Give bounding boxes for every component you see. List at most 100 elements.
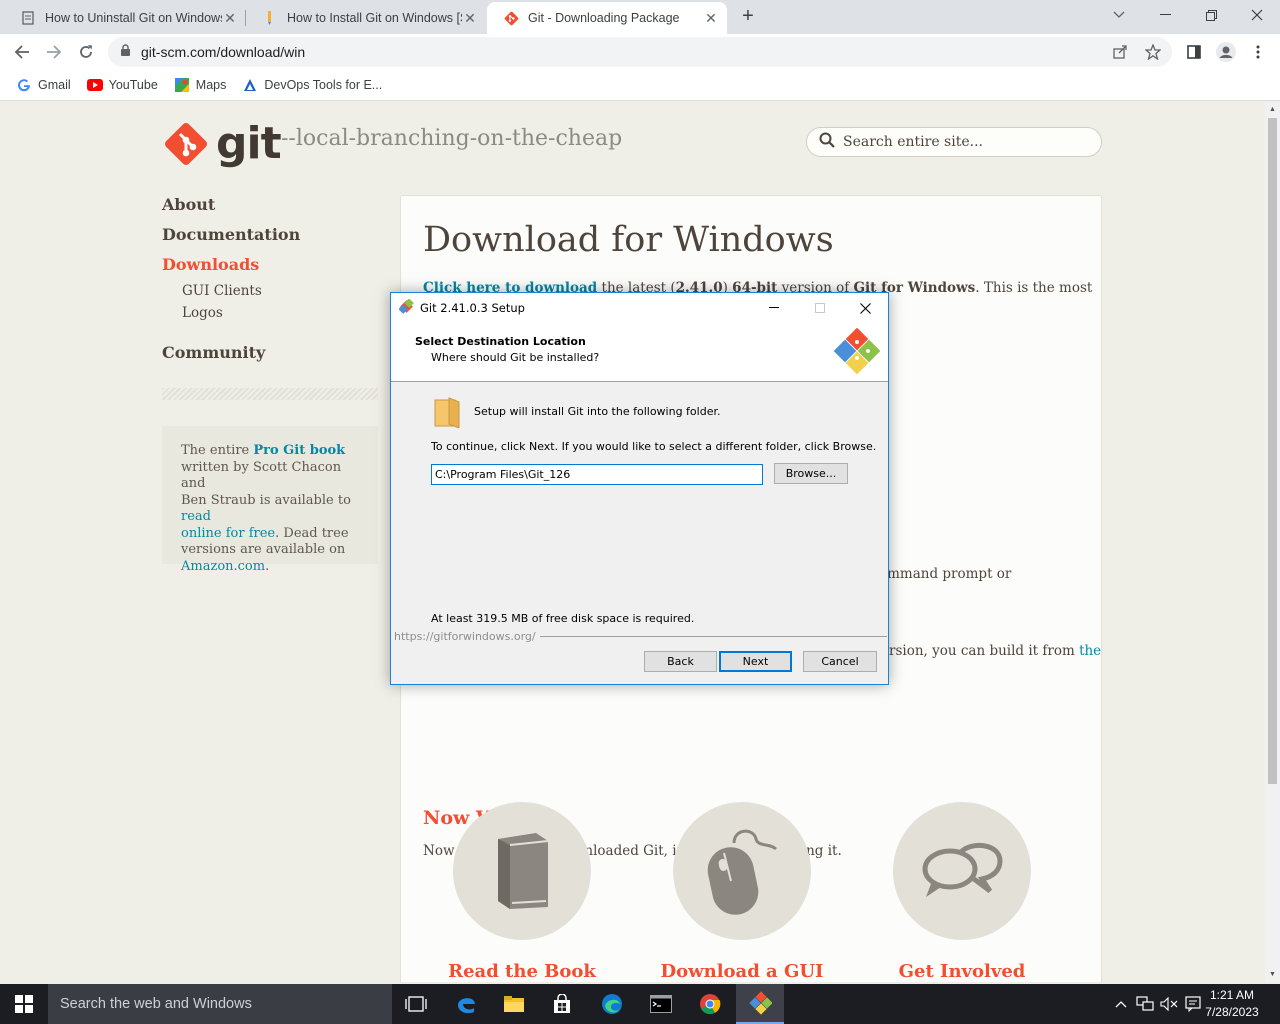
pro-git-book-link[interactable]: Pro Git book xyxy=(253,443,345,458)
amazon-link[interactable]: Amazon.com xyxy=(181,559,265,574)
dialog-title: Git 2.41.0.3 Setup xyxy=(420,301,525,315)
edge-icon[interactable] xyxy=(588,984,636,1024)
command-prompt-icon[interactable] xyxy=(637,984,685,1024)
online-free-link[interactable]: online for free xyxy=(181,526,275,541)
close-tab-icon[interactable]: ✕ xyxy=(703,10,719,26)
site-search-input[interactable]: Search entire site... xyxy=(806,127,1102,157)
lock-icon[interactable] xyxy=(120,44,131,60)
edge-legacy-icon[interactable] xyxy=(442,984,490,1024)
install-folder-text: Setup will install Git into the followin… xyxy=(474,405,721,418)
book-text: . Dead tree xyxy=(275,525,349,541)
bookmark-maps[interactable]: Maps xyxy=(174,77,227,93)
page-title: Download for Windows xyxy=(423,220,834,260)
read-link[interactable]: read xyxy=(181,509,211,524)
cancel-button[interactable]: Cancel xyxy=(803,651,877,672)
nav-gui-clients[interactable]: GUI Clients xyxy=(162,280,300,302)
continue-instructions: To continue, click Next. If you would li… xyxy=(431,440,877,453)
taskbar-clock[interactable]: 1:21 AM 7/28/2023 xyxy=(1204,987,1260,1021)
search-placeholder: Search entire site... xyxy=(843,134,983,150)
gitforwindows-link[interactable]: https://gitforwindows.org/ xyxy=(394,630,540,643)
url-text[interactable]: git-scm.com/download/win xyxy=(141,44,305,60)
book-text: . xyxy=(265,558,270,574)
share-icon[interactable] xyxy=(1112,44,1128,60)
git-diamond-icon xyxy=(165,122,207,165)
close-window-icon[interactable] xyxy=(1234,0,1280,30)
footer-separator xyxy=(527,636,887,637)
clock-date: 7/28/2023 xyxy=(1205,1005,1259,1019)
task-view-icon[interactable] xyxy=(392,984,440,1024)
forward-arrow-icon[interactable] xyxy=(40,38,68,66)
partial-text: rsion, you can build it from xyxy=(889,643,1080,659)
bookmark-star-icon[interactable] xyxy=(1144,43,1162,61)
maps-icon xyxy=(174,77,190,93)
notifications-icon[interactable] xyxy=(1182,984,1204,1024)
google-icon xyxy=(16,77,32,93)
nav-community[interactable]: Community xyxy=(162,342,300,372)
nav-documentation[interactable]: Documentation xyxy=(162,224,300,254)
bookmark-devops[interactable]: DevOps Tools for E... xyxy=(242,77,382,93)
chat-bubbles-icon xyxy=(893,802,1031,940)
destination-path-input[interactable]: C:\Program Files\Git_126 xyxy=(431,464,763,485)
feature-label[interactable]: Get Involved xyxy=(852,961,1072,982)
taskbar-search-input[interactable]: Search the web and Windows xyxy=(48,984,392,1024)
back-button[interactable]: Back xyxy=(644,651,717,672)
side-panel-icon[interactable] xyxy=(1180,38,1208,66)
tab-git-downloading[interactable]: Git - Downloading Package ✕ xyxy=(487,2,727,34)
page-icon xyxy=(20,10,36,26)
chrome-icon[interactable] xyxy=(686,984,734,1024)
step-title: Select Destination Location xyxy=(415,335,586,348)
back-arrow-icon[interactable] xyxy=(8,38,36,66)
bookmark-gmail[interactable]: Gmail xyxy=(16,77,71,93)
tab-install-git[interactable]: How to Install Git on Windows [S ✕ xyxy=(246,2,486,34)
network-icon[interactable] xyxy=(1134,984,1156,1024)
nav-logos[interactable]: Logos xyxy=(162,302,300,342)
close-tab-icon[interactable]: ✕ xyxy=(222,10,238,26)
store-icon[interactable] xyxy=(538,984,586,1024)
pencil-favicon xyxy=(262,10,278,26)
reload-icon[interactable] xyxy=(72,38,100,66)
feature-label[interactable]: Download a GUI xyxy=(632,961,852,982)
book-text: Ben Straub is available to xyxy=(181,492,351,508)
sidebar-divider xyxy=(162,388,378,400)
browser-toolbar: git-scm.com/download/win xyxy=(0,34,1280,70)
page-scrollbar[interactable]: ▲ ▼ xyxy=(1265,102,1280,982)
dialog-maximize-icon xyxy=(797,293,843,323)
dialog-close-icon[interactable] xyxy=(842,293,888,323)
close-tab-icon[interactable]: ✕ xyxy=(462,10,478,26)
restore-window-icon[interactable] xyxy=(1188,0,1234,30)
minimize-window-icon[interactable] xyxy=(1142,0,1188,30)
new-tab-button[interactable]: + xyxy=(735,5,761,29)
book-text: versions are available on xyxy=(181,542,346,557)
kebab-menu-icon[interactable] xyxy=(1244,38,1272,66)
nav-downloads[interactable]: Downloads xyxy=(162,254,300,280)
folder-icon xyxy=(433,396,461,431)
disk-space-text: At least 319.5 MB of free disk space is … xyxy=(431,612,695,625)
partial-text-command-prompt: ommand prompt or xyxy=(879,566,1012,582)
file-explorer-icon[interactable] xyxy=(490,984,538,1024)
profile-avatar-icon[interactable] xyxy=(1212,38,1240,66)
bookmark-label: Maps xyxy=(195,78,227,92)
browse-button[interactable]: Browse... xyxy=(774,463,848,484)
git-favicon xyxy=(503,10,519,26)
scroll-up-icon[interactable]: ▲ xyxy=(1268,105,1277,114)
git-setup-taskbar-icon[interactable] xyxy=(736,984,784,1024)
next-button[interactable]: Next xyxy=(719,651,792,672)
nav-about[interactable]: About xyxy=(162,194,300,224)
start-windows-icon[interactable] xyxy=(0,984,48,1024)
source-link[interactable]: the xyxy=(1079,643,1101,659)
dialog-titlebar[interactable]: Git 2.41.0.3 Setup xyxy=(391,293,888,323)
tab-title: How to Uninstall Git on Windows xyxy=(45,11,222,25)
feature-label[interactable]: Read the Book xyxy=(412,961,632,982)
volume-muted-icon[interactable] xyxy=(1158,984,1180,1024)
scrollbar-thumb[interactable] xyxy=(1268,118,1277,784)
bookmark-youtube[interactable]: YouTube xyxy=(86,77,158,93)
dialog-minimize-icon[interactable] xyxy=(751,293,797,323)
tab-uninstall-git[interactable]: How to Uninstall Git on Windows ✕ xyxy=(4,2,246,34)
tray-chevron-up-icon[interactable] xyxy=(1110,984,1132,1024)
git-logo[interactable]: git xyxy=(162,118,282,169)
scroll-down-icon[interactable]: ▼ xyxy=(1268,970,1277,979)
tab-search-chevron-icon[interactable] xyxy=(1096,0,1142,30)
site-tagline: --local-branching-on-the-cheap xyxy=(281,126,623,151)
address-bar[interactable]: git-scm.com/download/win xyxy=(108,37,1172,67)
bookmark-label: DevOps Tools for E... xyxy=(264,78,383,92)
